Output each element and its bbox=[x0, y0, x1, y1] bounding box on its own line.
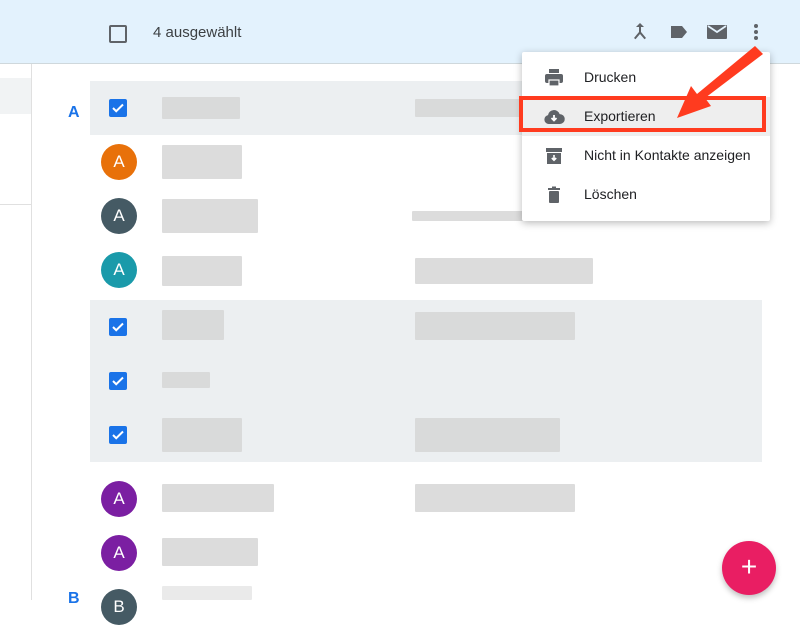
contact-row[interactable]: A bbox=[90, 472, 762, 526]
contact-row[interactable]: B bbox=[90, 580, 762, 634]
contact-name-redacted bbox=[162, 256, 242, 286]
contact-name-redacted bbox=[162, 586, 252, 600]
avatar: A bbox=[101, 481, 137, 517]
print-icon bbox=[542, 66, 566, 90]
contact-email-redacted bbox=[415, 418, 560, 452]
navigation-pane bbox=[0, 64, 32, 600]
contact-name-redacted bbox=[162, 418, 242, 452]
contact-row[interactable] bbox=[90, 354, 762, 408]
menu-item-label: Nicht in Kontakte anzeigen bbox=[584, 147, 751, 163]
trash-icon bbox=[542, 183, 566, 207]
merge-icon[interactable] bbox=[628, 20, 652, 44]
section-letter: A bbox=[68, 104, 80, 121]
row-checkbox-checked[interactable] bbox=[109, 372, 127, 390]
contact-name-redacted bbox=[162, 484, 274, 512]
select-all-checkbox[interactable] bbox=[109, 25, 127, 43]
nav-divider bbox=[0, 204, 31, 205]
row-checkbox-checked[interactable] bbox=[109, 426, 127, 444]
avatar: A bbox=[101, 198, 137, 234]
add-contact-button[interactable]: + bbox=[722, 541, 776, 595]
plus-icon: + bbox=[740, 551, 758, 582]
avatar: B bbox=[101, 589, 137, 625]
contact-email-redacted bbox=[415, 258, 593, 284]
contact-name-redacted bbox=[162, 372, 210, 388]
annotation-arrow-icon bbox=[677, 46, 763, 118]
nav-item-active[interactable] bbox=[0, 78, 31, 114]
menu-item-label: Löschen bbox=[584, 186, 637, 202]
row-checkbox-checked[interactable] bbox=[109, 99, 127, 117]
contact-email-redacted bbox=[415, 484, 575, 512]
contact-name-redacted bbox=[162, 310, 224, 340]
menu-item-delete[interactable]: Löschen bbox=[522, 175, 770, 214]
contact-row[interactable]: A bbox=[90, 526, 762, 580]
contact-row[interactable]: A bbox=[90, 243, 762, 297]
contact-row[interactable] bbox=[90, 300, 762, 354]
menu-item-hide-from-contacts[interactable]: Nicht in Kontakte anzeigen bbox=[522, 136, 770, 175]
menu-item-label: Drucken bbox=[584, 69, 637, 85]
section-letter: B bbox=[68, 590, 80, 607]
row-checkbox-checked[interactable] bbox=[109, 318, 127, 336]
avatar: A bbox=[101, 535, 137, 571]
contact-name-redacted bbox=[162, 199, 258, 233]
contact-name-redacted bbox=[162, 145, 242, 179]
contact-name-redacted bbox=[162, 97, 240, 119]
selected-count: 4 ausgewählt bbox=[153, 24, 242, 41]
avatar: A bbox=[101, 144, 137, 180]
contact-email-redacted bbox=[415, 312, 575, 340]
archive-icon bbox=[542, 144, 566, 168]
contact-name-redacted bbox=[162, 538, 258, 566]
avatar: A bbox=[101, 252, 137, 288]
contact-row[interactable] bbox=[90, 408, 762, 462]
